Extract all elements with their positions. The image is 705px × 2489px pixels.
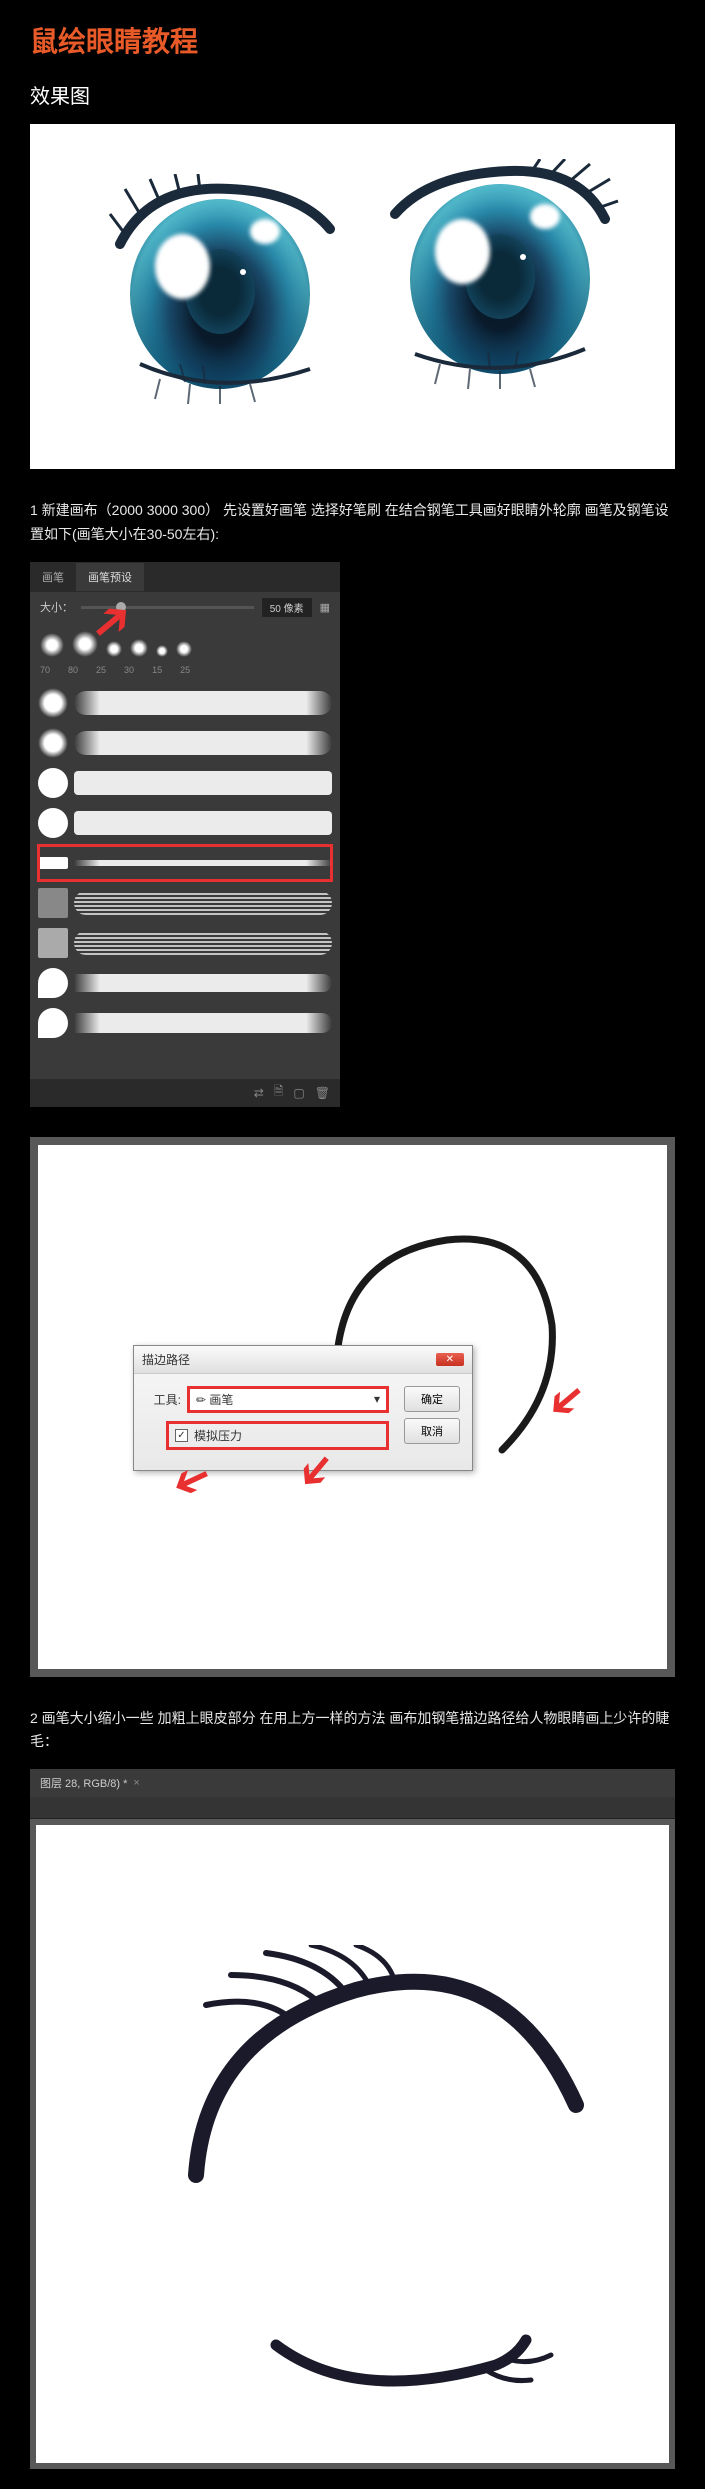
dialog-title: 描边路径 — [142, 1351, 190, 1368]
brush-texture1[interactable] — [38, 885, 332, 921]
doc-tab[interactable]: 图层 28, RGB/8) * — [40, 1775, 127, 1791]
ok-button[interactable]: 确定 — [404, 1386, 460, 1412]
swap-icon[interactable]: ⇄ — [254, 1086, 264, 1100]
ruler — [30, 1797, 675, 1819]
brush-flat-selected[interactable] — [38, 845, 332, 881]
pressure-checkbox[interactable]: ✓ — [175, 1429, 188, 1442]
doc-icon[interactable]: 🗎 — [274, 1082, 284, 1103]
brush-texture2[interactable] — [38, 925, 332, 961]
size-label: 大小： — [40, 599, 73, 615]
new-icon[interactable]: ▢ — [293, 1086, 304, 1100]
panel-menu-icon[interactable]: ▦ — [320, 601, 330, 614]
panel-footer: ⇄ 🗎 ▢ 🗑 — [30, 1079, 340, 1107]
step1-text: 1 新建画布（2000 3000 300） 先设置好画笔 选择好笔刷 在结合钢笔… — [30, 499, 675, 547]
tool-label: 工具: — [146, 1391, 181, 1408]
chevron-down-icon: ▾ — [374, 1392, 380, 1406]
brush-taper2[interactable] — [38, 1005, 332, 1041]
brush-soft2[interactable] — [38, 725, 332, 761]
eye-right — [380, 159, 620, 399]
trash-icon[interactable]: 🗑 — [315, 1086, 330, 1100]
brush-hard[interactable] — [38, 765, 332, 801]
close-icon[interactable]: ✕ — [436, 1353, 464, 1366]
brush-taper1[interactable] — [38, 965, 332, 1001]
canvas-stroke-dialog: 描边路径 ✕ 工具: ✏ 画笔 ▾ ✓ 模拟压力 — [30, 1137, 675, 1677]
result-heading: 效果图 — [30, 80, 675, 109]
step2-text: 2 画笔大小缩小一些 加粗上眼皮部分 在用上方一样的方法 画布加钢笔描边路径给人… — [30, 1707, 675, 1755]
brush-list — [30, 681, 340, 1049]
eyelash-drawing — [156, 1945, 606, 2425]
pressure-label: 模拟压力 — [194, 1427, 242, 1444]
brush-panel: 画笔 画笔预设 大小： 50 像素 ▦ 708025301525 ➔ ⇄ 🗎 ▢… — [30, 562, 340, 1107]
eye-left — [100, 174, 340, 414]
size-value[interactable]: 50 像素 — [262, 598, 312, 617]
cancel-button[interactable]: 取消 — [404, 1418, 460, 1444]
brush-hard2[interactable] — [38, 805, 332, 841]
brush-soft[interactable] — [38, 685, 332, 721]
tool-dropdown[interactable]: ✏ 画笔 ▾ — [187, 1386, 389, 1413]
brush-size-previews — [30, 623, 340, 665]
brush-tab[interactable]: 画笔 — [30, 563, 76, 591]
result-image — [30, 124, 675, 469]
canvas-lashes: 图层 28, RGB/8) * × — [30, 1769, 675, 2469]
tab-close-icon[interactable]: × — [133, 1777, 139, 1789]
page-title: 鼠绘眼睛教程 — [30, 20, 675, 60]
